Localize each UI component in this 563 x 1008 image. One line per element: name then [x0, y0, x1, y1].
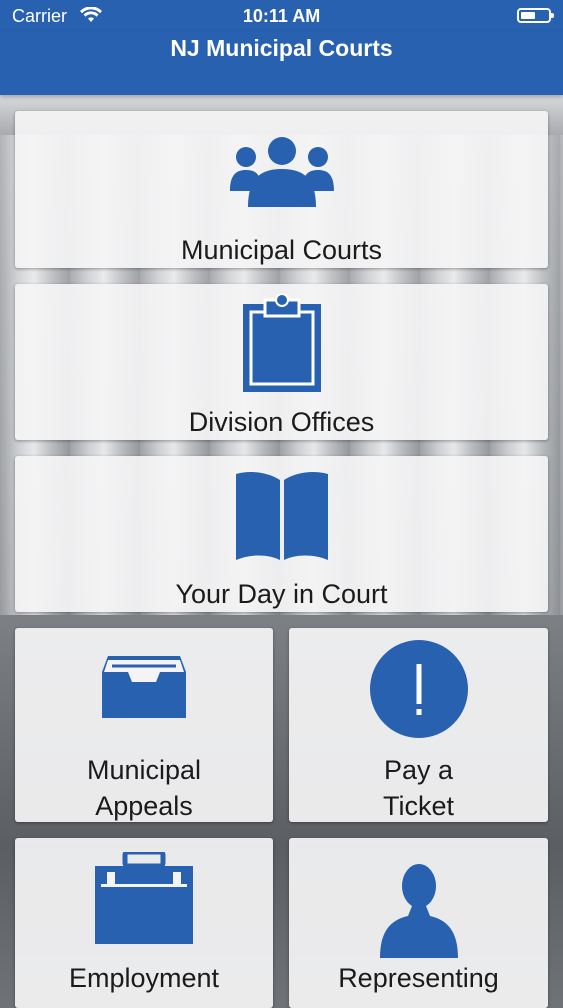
inbox-tray-icon	[102, 656, 186, 718]
your-day-in-court-label: Your Day in Court	[175, 579, 388, 609]
clipboard-icon	[242, 294, 321, 392]
navigation-bar: NJ Municipal Courts	[0, 32, 563, 95]
status-time: 10:11 AM	[242, 6, 321, 26]
representing-label: Representing	[338, 963, 499, 993]
municipal-appeals-label-line2: Appeals	[95, 791, 193, 821]
division-offices-label: Division Offices	[188, 407, 375, 437]
status-bar: Carrier 10:11 AM	[0, 0, 563, 32]
representing-tile[interactable]: Representing	[289, 838, 548, 1008]
pay-a-ticket-tile[interactable]: Pay a Ticket	[289, 628, 548, 822]
exclamation-circle-icon	[369, 640, 468, 738]
pay-a-ticket-label-line1: Pay a	[383, 755, 454, 785]
your-day-in-court-tile[interactable]: Your Day in Court	[15, 456, 548, 612]
employment-label: Employment	[68, 963, 220, 993]
briefcase-icon	[95, 852, 193, 944]
open-book-icon	[235, 472, 328, 560]
municipal-appeals-tile[interactable]: Municipal Appeals	[15, 628, 273, 822]
employment-tile[interactable]: Employment	[15, 838, 273, 1008]
people-group-icon	[229, 137, 334, 207]
pay-a-ticket-label-line2: Ticket	[382, 791, 454, 821]
municipal-appeals-label-line1: Municipal	[86, 755, 202, 785]
municipal-appeals-label: Municipal Appeals	[15, 752, 273, 824]
page-title: NJ Municipal Courts	[170, 35, 393, 61]
person-silhouette-icon	[379, 864, 458, 958]
pay-a-ticket-label: Pay a Ticket	[289, 752, 548, 824]
battery-icon	[517, 8, 554, 23]
municipal-courts-label: Municipal Courts	[180, 235, 383, 265]
municipal-courts-tile[interactable]: Municipal Courts	[15, 111, 548, 268]
division-offices-tile[interactable]: Division Offices	[15, 284, 548, 440]
